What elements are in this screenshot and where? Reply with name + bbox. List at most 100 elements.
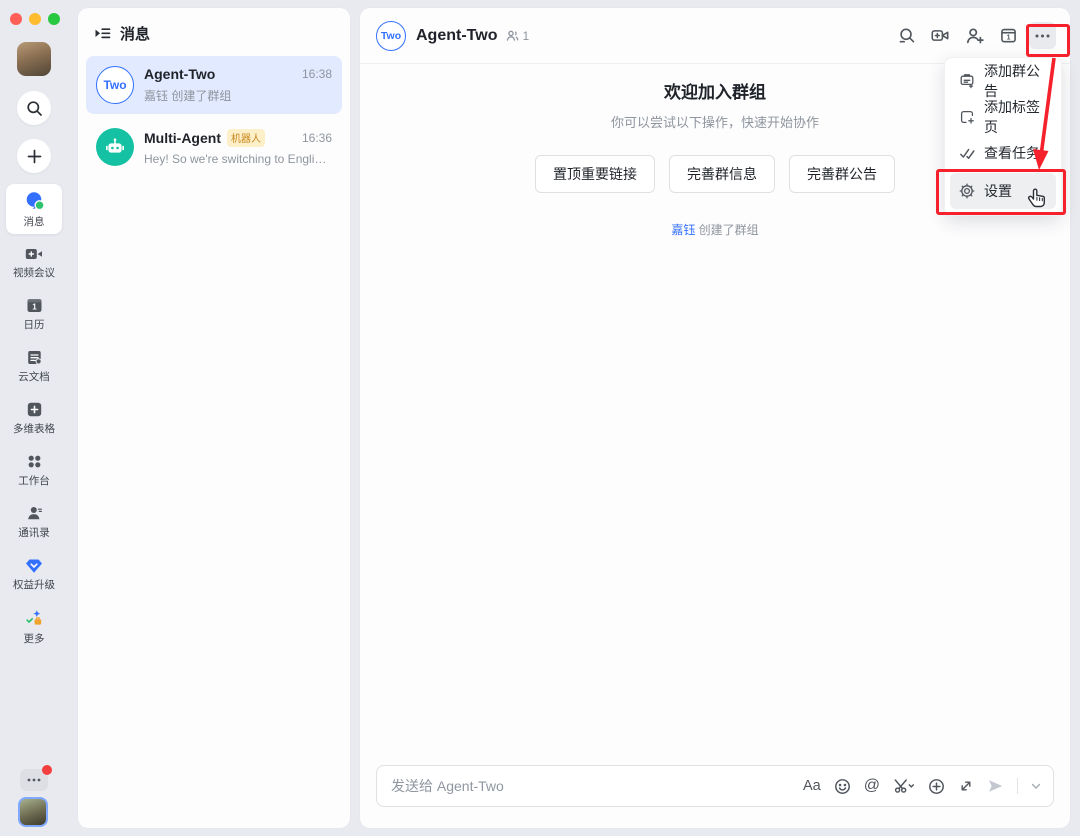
collapse-list-icon[interactable] <box>94 26 111 41</box>
sidebar-item-docs[interactable]: 云文档 <box>6 342 62 390</box>
pin-links-button[interactable]: 置顶重要链接 <box>535 155 655 193</box>
text-format-icon[interactable]: Aa <box>803 778 821 794</box>
minimize-button[interactable] <box>29 13 41 25</box>
sidebar-item-label: 日历 <box>24 317 45 332</box>
messages-icon <box>24 190 45 211</box>
upgrade-icon <box>25 558 43 574</box>
menu-item-view-tasks[interactable]: 查看任务 <box>945 135 1061 171</box>
message-input[interactable]: 发送给 Agent-Two <box>391 776 504 796</box>
close-button[interactable] <box>10 13 22 25</box>
notification-badge <box>42 765 52 775</box>
chat-preview: Hey! So we're switching to English ... <box>144 152 332 166</box>
robot-icon <box>103 135 127 159</box>
group-avatar[interactable]: Two <box>376 21 406 51</box>
composer-divider <box>1017 778 1018 794</box>
add-tab-icon <box>959 109 975 125</box>
member-count-value: 1 <box>522 29 529 43</box>
group-tab-button[interactable]: 1 <box>995 22 1022 49</box>
sidebar-item-label: 工作台 <box>18 473 50 488</box>
add-member-button[interactable] <box>961 22 988 49</box>
member-count[interactable]: 1 <box>506 29 529 43</box>
search-icon <box>26 100 43 117</box>
more-actions-button[interactable] <box>1029 22 1056 49</box>
sidebar-item-more[interactable]: 更多 <box>6 602 62 651</box>
video-meeting-icon <box>25 246 43 262</box>
send-options-chevron-icon[interactable] <box>1031 783 1041 790</box>
svg-text:1: 1 <box>1007 35 1011 42</box>
chat-item-body: Agent-Two 16:38 嘉钰 创建了群组 <box>144 66 332 104</box>
menu-item-add-announcement[interactable]: 添加群公告 <box>945 63 1061 99</box>
sidebar-item-messages[interactable]: 消息 <box>6 184 62 234</box>
mention-icon[interactable]: @ <box>864 777 880 795</box>
contacts-icon <box>26 505 43 522</box>
complete-announcement-button[interactable]: 完善群公告 <box>789 155 895 193</box>
svg-text:1: 1 <box>32 303 37 312</box>
ellipsis-icon <box>1035 34 1050 38</box>
chat-name: Multi-Agent <box>144 130 221 146</box>
search-in-chat-button[interactable] <box>893 22 920 49</box>
attach-plus-icon[interactable] <box>928 778 945 795</box>
menu-item-add-tab[interactable]: 添加标签页 <box>945 99 1061 135</box>
emoji-icon[interactable] <box>834 778 851 795</box>
sidebar-item-calendar[interactable]: 1 日历 <box>6 290 62 338</box>
search-button[interactable] <box>17 91 51 125</box>
member-icon <box>506 30 519 42</box>
tasks-icon <box>959 145 975 161</box>
bot-badge: 机器人 <box>227 129 265 147</box>
sidebar-item-label: 消息 <box>24 214 45 229</box>
video-call-button[interactable] <box>927 22 954 49</box>
more-actions-menu: 添加群公告 添加标签页 查看任务 <box>944 57 1062 216</box>
sidebar-item-base[interactable]: 多维表格 <box>6 394 62 442</box>
user-avatar[interactable] <box>17 42 51 76</box>
sidebar-item-contacts[interactable]: 通讯录 <box>6 498 62 546</box>
header-actions: 1 <box>893 22 1056 49</box>
person-add-icon <box>966 27 984 44</box>
system-message-user[interactable]: 嘉钰 <box>671 223 695 237</box>
tab-calendar-icon: 1 <box>1000 27 1017 44</box>
composer-toolbar: Aa @ <box>803 777 1041 795</box>
create-button[interactable] <box>17 139 51 173</box>
menu-item-label: 设置 <box>984 181 1012 201</box>
video-camera-icon <box>931 27 950 44</box>
avatar-label: Two <box>103 78 126 92</box>
search-icon <box>898 27 916 45</box>
chat-list-item-agent-two[interactable]: Two Agent-Two 16:38 嘉钰 创建了群组 <box>86 56 342 114</box>
app-account-avatar[interactable] <box>18 797 48 827</box>
announcement-icon <box>959 73 975 89</box>
conversation-title: Agent-Two <box>416 27 497 45</box>
sidebar-item-label: 云文档 <box>18 369 50 384</box>
menu-item-settings[interactable]: 设置 <box>950 173 1056 209</box>
workbench-icon <box>26 453 43 470</box>
chat-list-title: 消息 <box>120 23 150 44</box>
sidebar-item-video-meeting[interactable]: 视频会议 <box>6 238 62 286</box>
chat-avatar: Two <box>96 66 134 104</box>
sidebar-nav: 消息 视频会议 1 日历 <box>4 184 64 651</box>
more-apps-icon <box>24 608 44 628</box>
ellipsis-icon <box>27 778 41 782</box>
sidebar-item-label: 通讯录 <box>18 525 50 540</box>
chat-list-header: 消息 <box>78 8 350 56</box>
sidebar-item-upgrade[interactable]: 权益升级 <box>6 550 62 598</box>
menu-item-label: 查看任务 <box>984 143 1040 163</box>
message-composer[interactable]: 发送给 Agent-Two Aa @ <box>376 765 1054 807</box>
conversation-header: Two Agent-Two 1 <box>360 8 1070 64</box>
menu-item-label: 添加标签页 <box>984 97 1047 137</box>
send-icon[interactable] <box>987 778 1004 794</box>
screenshot-icon[interactable] <box>893 778 915 794</box>
expand-icon[interactable] <box>958 778 974 794</box>
avatar-label: Two <box>381 30 401 42</box>
calendar-icon: 1 <box>26 297 43 314</box>
zoom-button[interactable] <box>48 13 60 25</box>
chat-time: 16:36 <box>302 131 332 145</box>
app-sidebar: 消息 视频会议 1 日历 <box>0 0 68 836</box>
chat-list-item-multi-agent[interactable]: Multi-Agent 机器人 16:36 Hey! So we're swit… <box>86 118 342 176</box>
menu-item-label: 添加群公告 <box>984 61 1047 101</box>
complete-group-info-button[interactable]: 完善群信息 <box>669 155 775 193</box>
sidebar-item-workbench[interactable]: 工作台 <box>6 446 62 494</box>
chat-avatar <box>96 128 134 166</box>
window-controls <box>10 13 60 25</box>
chat-item-body: Multi-Agent 机器人 16:36 Hey! So we're swit… <box>144 129 332 166</box>
sidebar-more-button[interactable] <box>20 769 48 791</box>
chat-preview: 嘉钰 创建了群组 <box>144 87 332 104</box>
system-message-text: 创建了群组 <box>695 223 758 237</box>
